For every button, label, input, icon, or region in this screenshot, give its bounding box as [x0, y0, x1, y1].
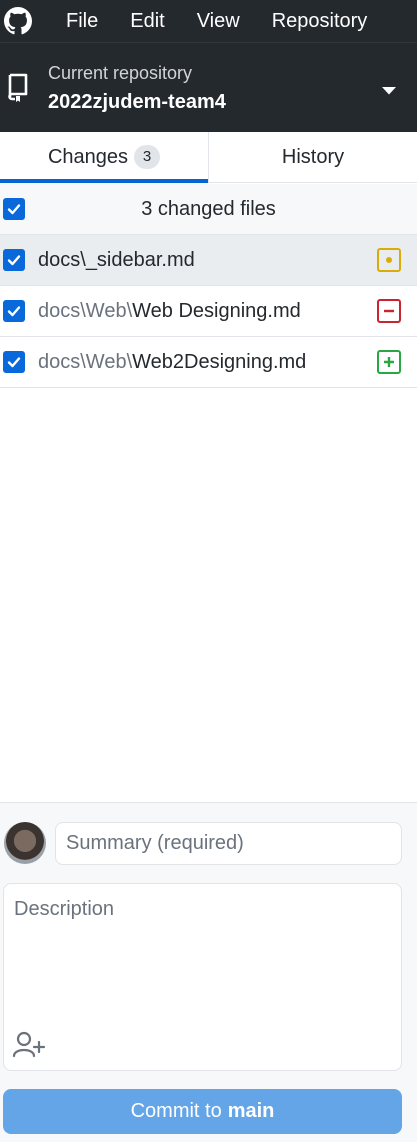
commit-description-input[interactable]	[4, 884, 401, 1024]
file-deleted-icon	[377, 299, 401, 323]
tab-history-label: History	[281, 145, 345, 168]
menu-view[interactable]: View	[181, 0, 256, 42]
commit-summary-input[interactable]	[55, 822, 402, 865]
repository-caption: Current repository	[48, 63, 193, 83]
changed-files-count: 3 changed files	[141, 198, 276, 220]
file-path: docs\_sidebar.md	[38, 235, 195, 285]
changes-count-badge: 3	[134, 145, 161, 169]
menu-repository[interactable]: Repository	[256, 0, 384, 42]
file-path-name: docs\	[38, 249, 86, 271]
commit-description-box	[3, 883, 402, 1071]
tab-changes[interactable]: Changes 3	[0, 132, 209, 183]
file-checkbox[interactable]	[3, 300, 25, 322]
commit-button-label: Commit to	[130, 1100, 222, 1122]
file-name: Web Designing.md	[132, 300, 301, 322]
caret-down-icon[interactable]	[381, 83, 397, 95]
file-added-icon	[377, 350, 401, 374]
commit-branch-name: main	[227, 1100, 275, 1122]
repo-icon	[6, 71, 30, 103]
menu-bar: File Edit View Repository	[0, 0, 417, 42]
file-row[interactable]: docs\Web\Web Designing.md	[0, 286, 417, 337]
menu-file[interactable]: File	[50, 0, 114, 42]
current-repository-selector[interactable]: Current repository 2022zjudem-team4	[0, 42, 417, 132]
file-directory: docs\Web\	[38, 300, 133, 322]
file-modified-icon	[377, 248, 401, 272]
avatar	[4, 822, 46, 864]
file-checkbox[interactable]	[3, 249, 25, 271]
file-row[interactable]: docs\_sidebar.md	[0, 235, 417, 286]
file-name: Web2Designing.md	[132, 351, 307, 373]
github-mark-icon	[4, 7, 32, 35]
tab-changes-label: Changes	[47, 145, 129, 168]
file-name: _sidebar.md	[85, 249, 195, 271]
file-directory: docs\Web\	[38, 351, 133, 373]
file-path: docs\Web\Web Designing.md	[38, 286, 301, 336]
tab-history[interactable]: History	[209, 132, 417, 182]
changed-files-header: 3 changed files	[0, 184, 417, 235]
file-checkbox[interactable]	[3, 351, 25, 373]
add-coauthor-icon[interactable]	[12, 1030, 48, 1060]
commit-button[interactable]: Commit to main	[3, 1089, 402, 1134]
repository-name: 2022zjudem-team4	[48, 91, 226, 113]
file-row[interactable]: docs\Web\Web2Designing.md	[0, 337, 417, 388]
commit-panel: Commit tomain	[0, 802, 417, 1142]
tab-bar: Changes 3 History	[0, 132, 417, 183]
file-path: docs\Web\Web2Designing.md	[38, 337, 306, 387]
menu-edit[interactable]: Edit	[114, 0, 180, 42]
